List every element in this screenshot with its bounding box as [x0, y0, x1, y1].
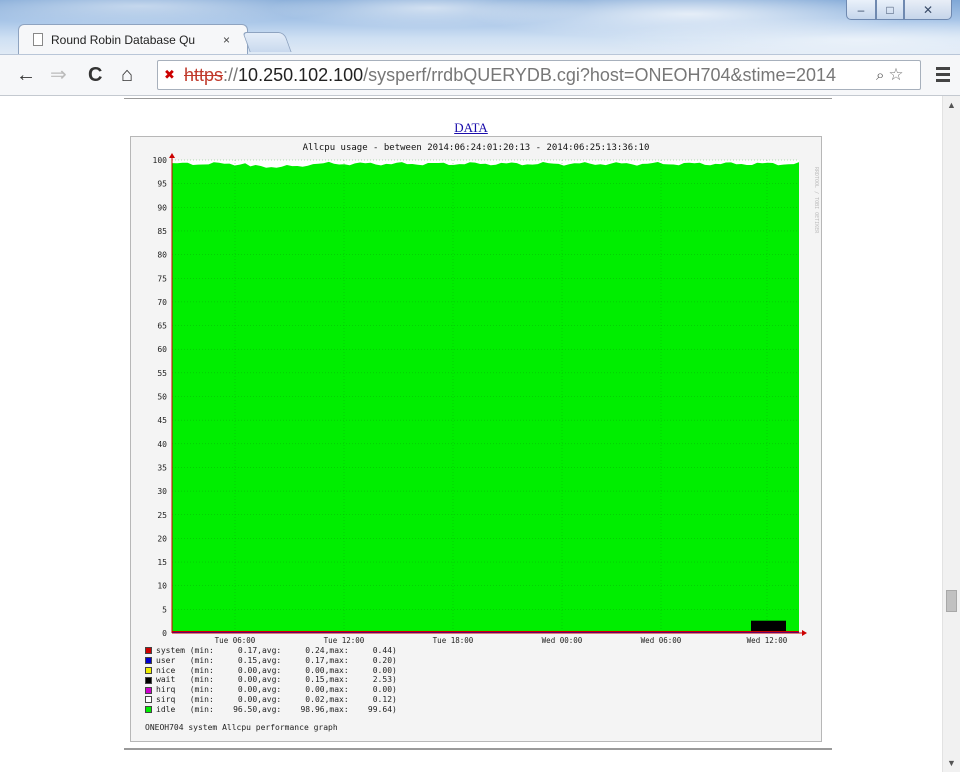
legend-swatch [145, 686, 152, 694]
y-tick-label: 50 [157, 393, 167, 402]
scroll-thumb[interactable] [946, 590, 957, 612]
page-icon [33, 33, 43, 46]
y-tick-label: 70 [157, 298, 167, 307]
y-tick-label: 90 [157, 203, 167, 212]
legend-text: system (min: 0.17,avg: 0.24,max: 0.44) [156, 646, 397, 655]
legend-row-idle: idle (min: 96.50,avg: 98.96,max: 99.64) [145, 705, 397, 715]
url-host: 10.250.102.100 [238, 64, 364, 85]
y-tick-label: 0 [162, 629, 167, 638]
y-tick-label: 85 [157, 227, 167, 236]
zoom-icon[interactable]: ⌕ [876, 67, 884, 84]
y-tick-label: 80 [157, 251, 167, 260]
browser-toolbar: ← ⇒ C ⌂ ✖ https://10.250.102.100/sysperf… [0, 54, 960, 96]
ssl-warning-icon[interactable]: ✖ [164, 67, 180, 83]
legend-row-sirq: sirq (min: 0.00,avg: 0.02,max: 0.12) [145, 695, 397, 705]
legend-text: sirq (min: 0.00,avg: 0.02,max: 0.12) [156, 694, 397, 704]
url-path: /sysperf/rrdbQUERYDB.cgi?host=ONEOH704&s… [363, 64, 837, 85]
legend-swatch [145, 676, 152, 684]
top-divider [124, 98, 832, 99]
y-tick-label: 65 [157, 322, 167, 331]
legend-row-nice: nice (min: 0.00,avg: 0.00,max: 0.00) [145, 666, 397, 676]
legend-text: hirq (min: 0.00,avg: 0.00,max: 0.00) [156, 685, 397, 695]
graph-caption: ONEOH704 system Allcpu performance graph [145, 723, 338, 732]
y-tick-label: 10 [157, 582, 167, 591]
legend-swatch [145, 657, 152, 665]
y-tick-label: 55 [157, 369, 167, 378]
legend-row-hirq: hirq (min: 0.00,avg: 0.00,max: 0.00) [145, 685, 397, 695]
y-tick-label: 75 [157, 274, 167, 283]
y-tick-label: 60 [157, 345, 167, 354]
chart-legend: system (min: 0.17,avg: 0.24,max: 0.44) us… [145, 646, 397, 715]
legend-swatch [145, 696, 152, 704]
address-bar[interactable]: ✖ https://10.250.102.100/sysperf/rrdbQUE… [157, 60, 921, 90]
back-arrow-icon[interactable]: ← [16, 63, 36, 87]
x-tick-label: Tue 06:00 [215, 636, 256, 645]
reload-icon[interactable]: C [88, 63, 102, 87]
x-tick-label: Wed 12:00 [747, 636, 788, 645]
legend-row-wait: wait (min: 0.00,avg: 0.15,max: 2.53) [145, 675, 397, 685]
close-window-button[interactable]: ✕ [904, 0, 952, 20]
legend-text: wait (min: 0.00,avg: 0.15,max: 2.53) [156, 675, 397, 685]
page-content: DATA Allcpu usage - between 2014:06:24:0… [0, 96, 942, 772]
legend-text: user (min: 0.15,avg: 0.17,max: 0.20) [156, 655, 397, 665]
tab-close-button[interactable]: × [223, 33, 230, 47]
menu-icon[interactable] [936, 67, 950, 85]
forward-arrow-icon[interactable]: ⇒ [50, 63, 67, 87]
scroll-up-icon[interactable]: ▲ [947, 100, 956, 110]
y-tick-label: 30 [157, 487, 167, 496]
y-tick-label: 25 [157, 511, 167, 520]
scroll-down-icon[interactable]: ▼ [947, 758, 956, 768]
window-controls: – □ ✕ [846, 0, 952, 24]
y-tick-label: 95 [157, 180, 167, 189]
browser-chrome: – □ ✕ Round Robin Database Qu × ← ⇒ C ⌂ … [0, 0, 960, 96]
new-tab-button[interactable] [242, 32, 292, 52]
x-tick-label: Tue 12:00 [324, 636, 365, 645]
legend-text: idle (min: 96.50,avg: 98.96,max: 99.64) [156, 704, 397, 714]
legend-swatch [145, 706, 152, 714]
y-tick-label: 45 [157, 416, 167, 425]
y-axis-arrow [169, 153, 175, 158]
y-tick-label: 35 [157, 463, 167, 472]
x-tick-label: Wed 06:00 [641, 636, 682, 645]
maximize-button[interactable]: □ [876, 0, 904, 20]
url-text[interactable]: https://10.250.102.100/sysperf/rrdbQUERY… [184, 65, 872, 86]
home-icon[interactable]: ⌂ [121, 63, 133, 87]
y-tick-label: 40 [157, 440, 167, 449]
legend-row-system: system (min: 0.17,avg: 0.24,max: 0.44) [145, 646, 397, 656]
idle-series-area [172, 161, 799, 633]
tab-title: Round Robin Database Qu [51, 32, 196, 47]
legend-swatch [145, 666, 152, 674]
bottom-divider [124, 748, 832, 750]
data-link[interactable]: DATA [0, 120, 942, 136]
x-tick-label: Wed 00:00 [542, 636, 583, 645]
browser-tab[interactable]: Round Robin Database Qu × [18, 24, 248, 54]
x-axis-arrow [802, 630, 807, 636]
x-tick-label: Tue 18:00 [433, 636, 474, 645]
legend-row-user: user (min: 0.15,avg: 0.17,max: 0.20) [145, 656, 397, 666]
y-tick-label: 5 [162, 605, 167, 614]
bookmark-star-icon[interactable]: ☆ [888, 65, 903, 85]
minimize-button[interactable]: – [846, 0, 876, 20]
y-tick-label: 20 [157, 534, 167, 543]
url-scheme: https [184, 64, 224, 85]
y-tick-label: 100 [153, 156, 168, 165]
legend-text: nice (min: 0.00,avg: 0.00,max: 0.00) [156, 665, 397, 675]
rrd-graph: Allcpu usage - between 2014:06:24:01:20:… [130, 136, 822, 742]
rrdtool-side-label: RRDTOOL / TOBI OETIKER [813, 167, 819, 234]
vertical-scrollbar[interactable]: ▲ ▼ [942, 96, 960, 772]
y-tick-label: 15 [157, 558, 167, 567]
chart-title: Allcpu usage - between 2014:06:24:01:20:… [303, 143, 650, 153]
legend-swatch [145, 647, 152, 655]
